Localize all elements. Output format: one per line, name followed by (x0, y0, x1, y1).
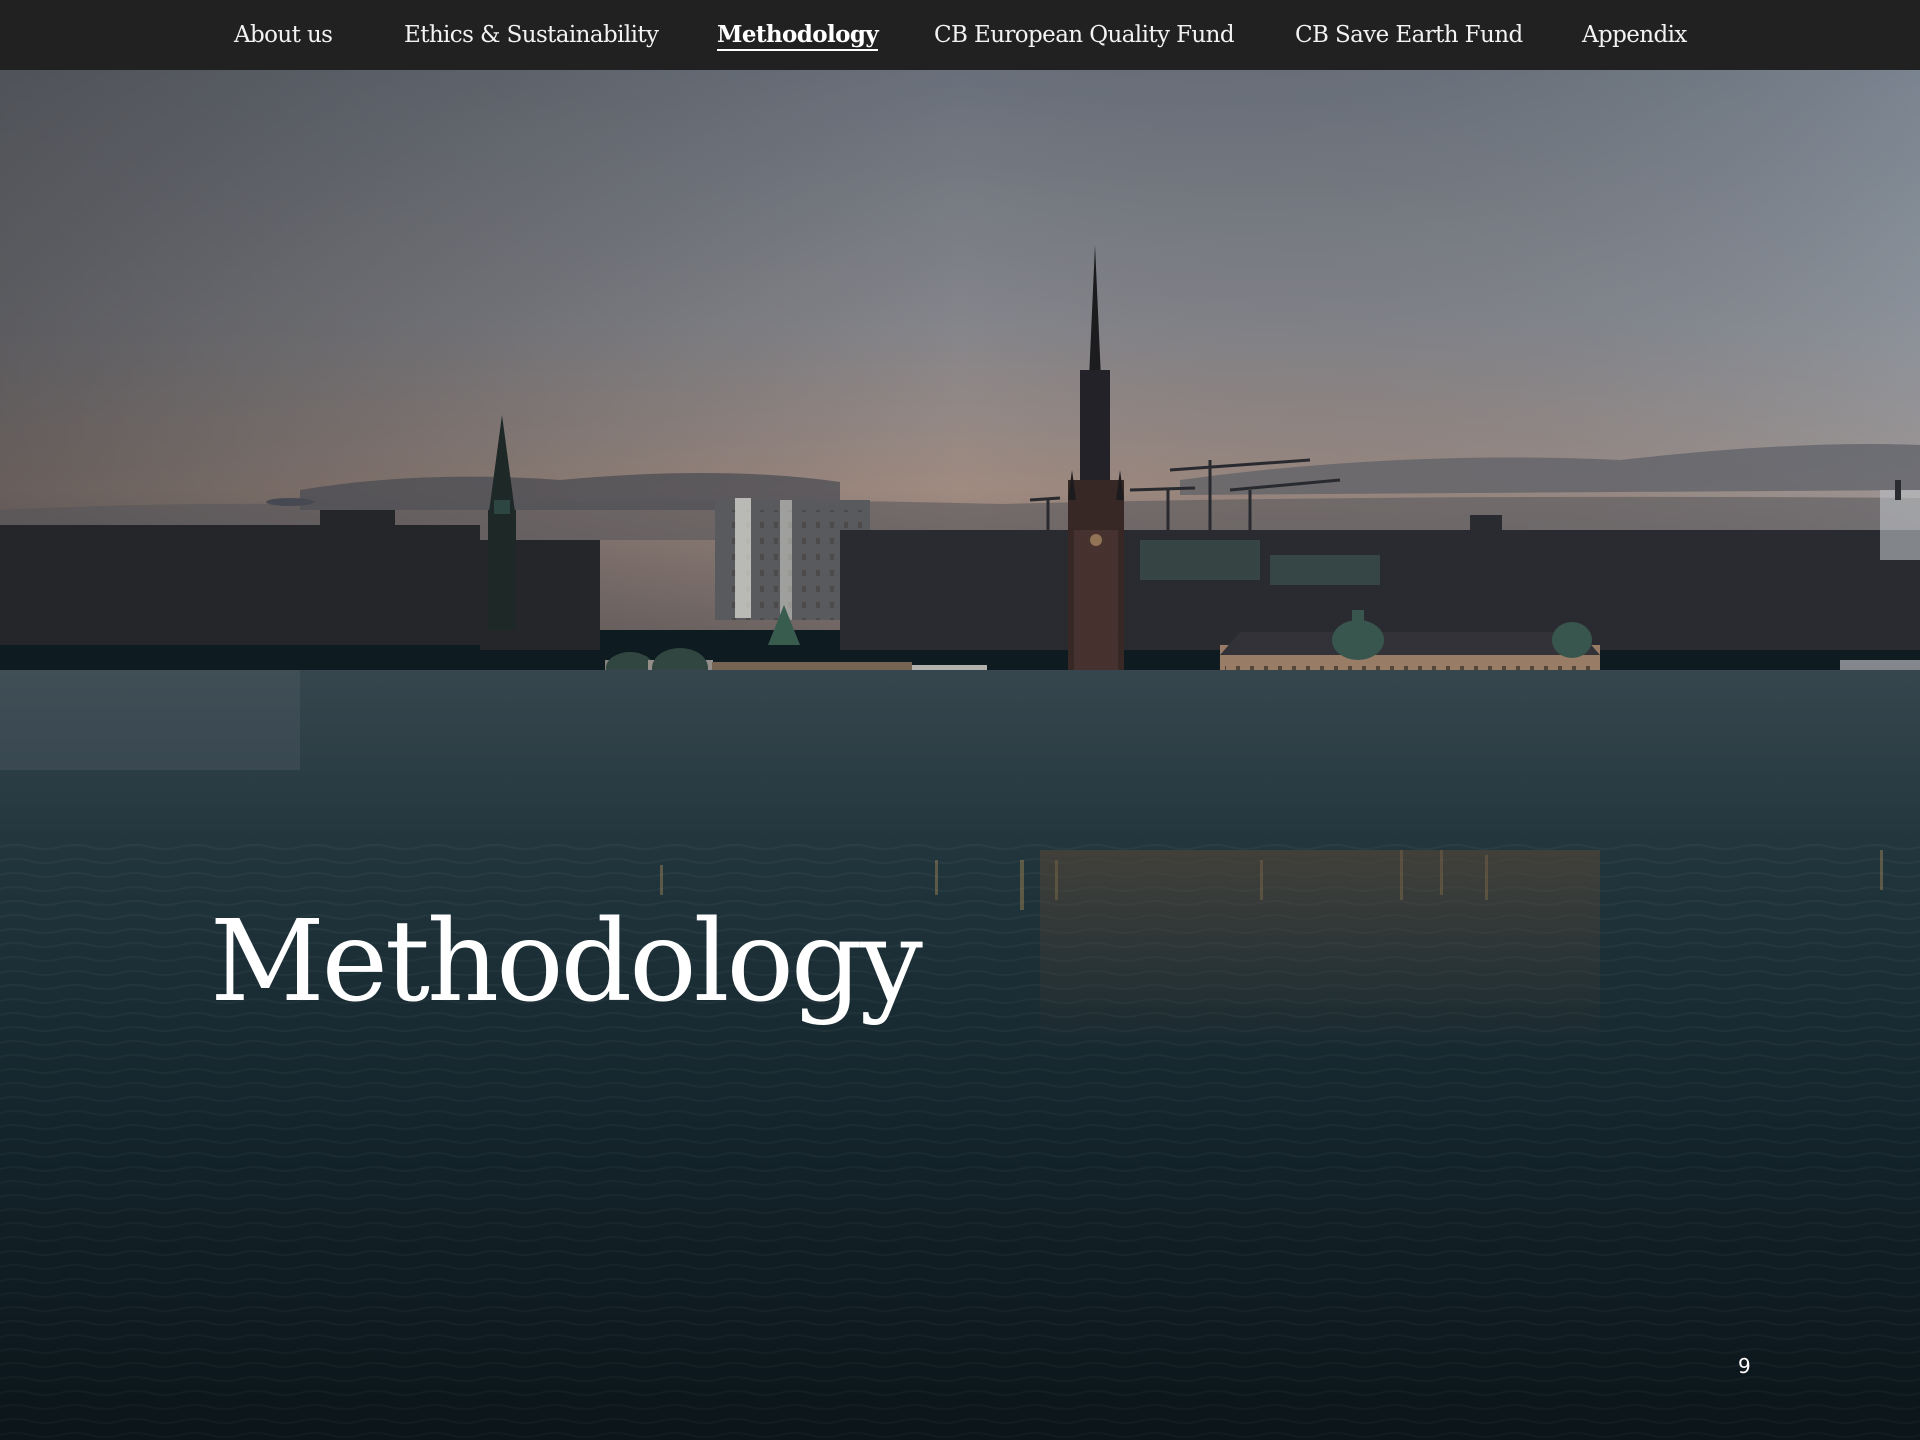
nav-item-cb-european-quality-fund[interactable]: CB European Quality Fund (934, 18, 1235, 52)
top-navigation: About us Ethics & Sustainability Methodo… (0, 0, 1920, 70)
nav-item-about-us[interactable]: About us (234, 18, 333, 52)
nav-item-cb-save-earth-fund[interactable]: CB Save Earth Fund (1295, 18, 1523, 52)
page-number: 9 (1738, 1354, 1751, 1378)
nav-item-appendix[interactable]: Appendix (1582, 18, 1687, 52)
nav-item-ethics-sustainability[interactable]: Ethics & Sustainability (404, 18, 659, 52)
nav-item-methodology[interactable]: Methodology (717, 18, 879, 52)
hero-background-photo (0, 70, 1920, 1440)
section-title: Methodology (210, 897, 923, 1027)
city-skyline-image (0, 70, 1920, 1440)
nav-list: About us Ethics & Sustainability Methodo… (0, 0, 1920, 70)
presentation-slide: About us Ethics & Sustainability Methodo… (0, 0, 1920, 1440)
